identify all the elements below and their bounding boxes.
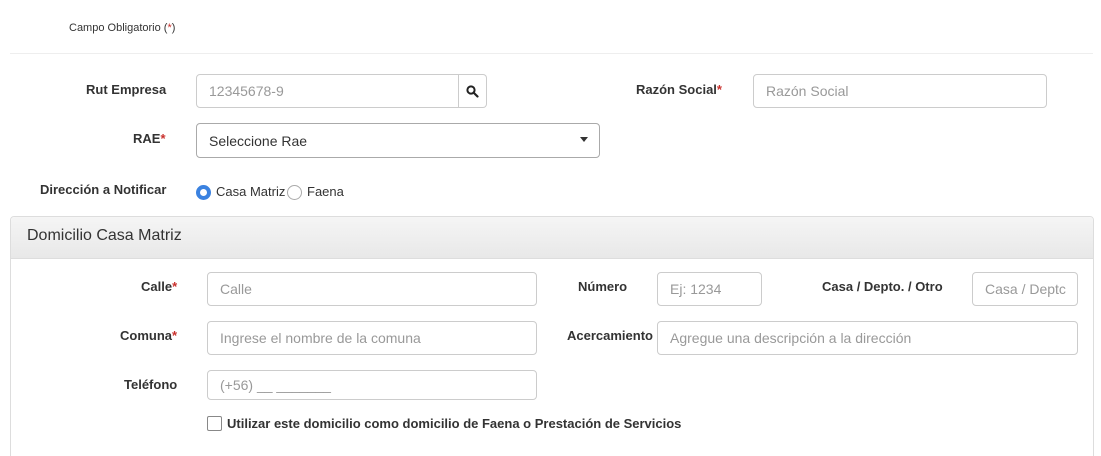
radio-unchecked-icon[interactable] bbox=[287, 185, 302, 200]
comuna-label: Comuna* bbox=[120, 328, 178, 343]
divider bbox=[10, 53, 1093, 54]
razon-social-input[interactable]: Razón Social bbox=[753, 74, 1047, 108]
comuna-placeholder: Ingrese el nombre de la comuna bbox=[220, 330, 421, 346]
casa-depto-label: Casa / Depto. / Otro bbox=[822, 279, 943, 294]
usar-domicilio-faena-checkbox[interactable] bbox=[207, 416, 222, 431]
numero-placeholder: Ej: 1234 bbox=[670, 281, 722, 297]
rut-empresa-label: Rut Empresa bbox=[86, 82, 167, 97]
acercamiento-placeholder: Agregue una descripción a la dirección bbox=[670, 330, 912, 346]
telefono-label: Teléfono bbox=[124, 377, 178, 392]
direccion-notificar-label: Dirección a Notificar bbox=[40, 182, 167, 197]
comuna-input[interactable]: Ingrese el nombre de la comuna bbox=[207, 321, 537, 355]
radio-faena[interactable]: Faena bbox=[287, 183, 344, 200]
razon-social-placeholder: Razón Social bbox=[766, 83, 849, 99]
radio-casa-matriz-label: Casa Matriz bbox=[216, 184, 286, 199]
search-icon bbox=[466, 84, 479, 98]
acercamiento-input[interactable]: Agregue una descripción a la dirección bbox=[657, 321, 1078, 355]
radio-casa-matriz[interactable]: Casa Matriz bbox=[196, 183, 285, 200]
numero-input[interactable]: Ej: 1234 bbox=[657, 272, 762, 306]
rae-select[interactable]: Seleccione Rae bbox=[196, 123, 600, 158]
numero-label: Número bbox=[578, 279, 628, 294]
rut-search-button[interactable] bbox=[459, 74, 487, 108]
radio-checked-icon[interactable] bbox=[196, 185, 211, 200]
rae-selected-value: Seleccione Rae bbox=[209, 132, 308, 149]
calle-placeholder: Calle bbox=[220, 281, 252, 297]
usar-domicilio-faena-checkbox-row[interactable]: Utilizar este domicilio como domicilio d… bbox=[207, 416, 681, 431]
telefono-input[interactable]: (+56) __ _______ bbox=[207, 370, 537, 400]
casa-depto-input[interactable]: Casa / Deptc bbox=[972, 272, 1078, 306]
rut-placeholder: 12345678-9 bbox=[209, 83, 284, 99]
rae-label: RAE* bbox=[133, 131, 166, 146]
calle-input[interactable]: Calle bbox=[207, 272, 537, 306]
rut-empresa-input[interactable]: 12345678-9 bbox=[196, 74, 459, 108]
calle-label: Calle* bbox=[141, 279, 178, 294]
casa-depto-placeholder: Casa / Deptc bbox=[985, 281, 1066, 297]
usar-domicilio-faena-label: Utilizar este domicilio como domicilio d… bbox=[227, 416, 682, 431]
chevron-down-icon bbox=[580, 137, 588, 142]
domicilio-panel: Domicilio Casa Matriz Calle* Calle Númer… bbox=[10, 216, 1094, 456]
telefono-placeholder: (+56) __ _______ bbox=[220, 377, 331, 393]
required-field-note: Campo Obligatorio (*) bbox=[69, 22, 176, 34]
panel-header: Domicilio Casa Matriz bbox=[11, 217, 1093, 259]
razon-social-label: Razón Social* bbox=[636, 82, 722, 97]
acercamiento-label: Acercamiento bbox=[567, 328, 653, 343]
radio-faena-label: Faena bbox=[307, 184, 344, 199]
panel-title: Domicilio Casa Matriz bbox=[27, 227, 182, 244]
